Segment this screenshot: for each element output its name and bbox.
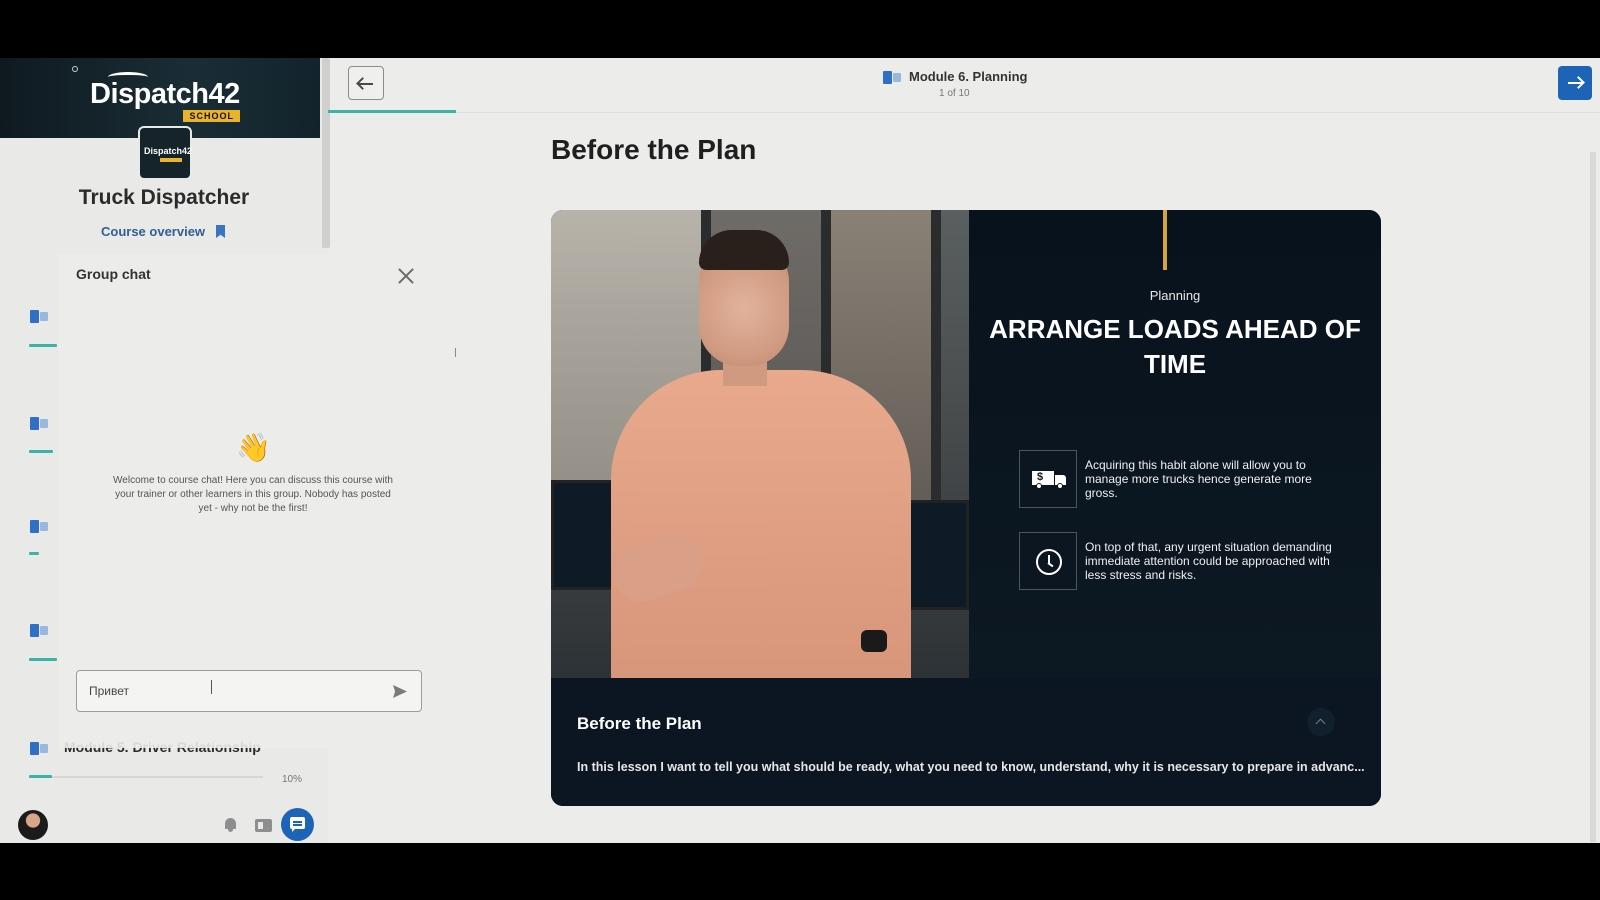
sidebar: Dispatch42 SCHOOL Dispatch42 Truck Dispa… [0,58,450,843]
bell-icon[interactable] [224,818,237,832]
chevron-up-icon[interactable] [1307,708,1335,736]
arrow-left-icon [359,83,373,85]
feature-icon-box: $ [1019,450,1077,508]
lesson-main: Module 6. Planning 1 of 10 Before the Pl… [328,58,1600,843]
presenter-video [551,210,969,690]
chat-icon [290,817,305,832]
module-position: 1 of 10 [939,88,970,99]
module-progress-track [29,776,263,778]
module-icon [30,624,48,637]
back-button[interactable] [348,66,384,100]
arrow-right-icon [1568,82,1582,84]
next-button[interactable] [1558,66,1592,100]
module-icon [30,310,48,323]
group-chat-title: Group chat [76,266,151,282]
text-cursor [211,680,217,694]
module-5-progress-label: 10% [282,774,303,785]
video-player[interactable]: Planning ARRANGE LOADS AHEAD OF TIME $ A… [551,210,1381,806]
module-icon [30,520,48,533]
chat-button[interactable] [281,808,314,841]
header-divider [456,112,1600,113]
module-icon [30,417,48,430]
feature-text: Acquiring this habit alone will allow yo… [1085,458,1312,500]
lesson-caption: Before the Plan In this lesson I want to… [551,678,1381,806]
caption-title: Before the Plan [577,714,702,733]
app-window: Dispatch42 SCHOOL Dispatch42 Truck Dispa… [0,58,1600,843]
avatar[interactable] [18,810,48,840]
mouse-pointer [455,348,461,357]
module-progress-bar [29,450,53,453]
slide-kicker: Planning [1149,288,1201,303]
truck-icon: $ [1032,471,1068,489]
slide-title: ARRANGE LOADS AHEAD OF TIME [989,314,1361,379]
main-scrollbar[interactable] [1590,152,1596,842]
waving-hand-icon: 👋 [236,432,271,463]
module-progress-bar [29,775,52,778]
card-icon[interactable] [255,819,272,832]
clock-icon [1036,549,1062,575]
lesson-title: Before the Plan [551,134,757,165]
module-icon [883,71,901,84]
active-tab-indicator [328,110,456,113]
feature-icon-box [1019,532,1077,590]
feature-text: On top of that, any urgent situation dem… [1085,540,1332,582]
module-icon [30,742,48,755]
slide-panel: Planning ARRANGE LOADS AHEAD OF TIME $ A… [969,210,1381,678]
gold-accent-line [1163,210,1167,270]
module-progress-bar [29,658,57,661]
caption-text: In this lesson I want to tell you what s… [577,760,1365,774]
module-title: Module 6. Planning [909,69,1028,84]
module-progress-bar [29,552,39,555]
module-progress-bar [29,344,57,347]
